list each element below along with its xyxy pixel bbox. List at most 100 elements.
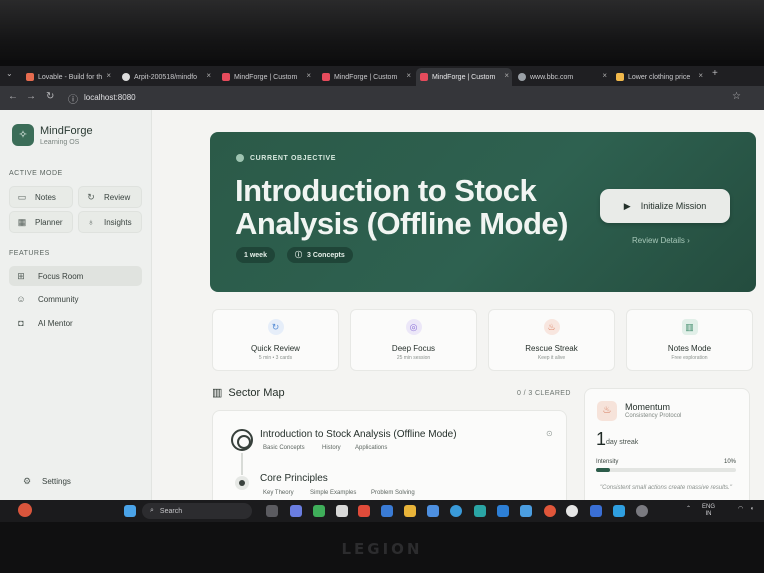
button-label: Initialize Mission	[640, 201, 707, 211]
sidebar-item-focus-room[interactable]: ⊞ Focus Room	[9, 266, 142, 286]
app-icon[interactable]	[520, 505, 532, 517]
taskbar-search[interactable]: ⌕ Search	[142, 503, 252, 519]
map-icon: ▥	[212, 387, 223, 399]
sidebar-item-label: Focus Room	[38, 271, 84, 281]
whatsapp-icon[interactable]	[313, 505, 325, 517]
close-icon[interactable]: ×	[106, 71, 111, 80]
app-name: MindForge	[40, 125, 93, 137]
features-label: FEATURES	[9, 250, 50, 257]
app-icon[interactable]	[474, 505, 486, 517]
bot-icon: ◘	[18, 318, 24, 328]
bookmark-star-icon[interactable]: ☆	[732, 91, 741, 102]
card-title: Rescue Streak	[525, 344, 578, 353]
browser-tab-active[interactable]: MindForge | Custom ×	[416, 68, 512, 86]
rescue-streak-card[interactable]: ♨ Rescue Streak Keep it alive	[488, 309, 615, 371]
streak-number: 1	[596, 429, 607, 449]
current-objective-card: CURRENT OBJECTIVE Introduction to Stock …	[210, 132, 756, 292]
mode-notes-button[interactable]: ▭ Notes	[9, 186, 73, 208]
app-icon[interactable]	[381, 505, 393, 517]
close-icon[interactable]: ×	[306, 71, 311, 80]
browser-tab[interactable]: www.bbc.com ×	[514, 68, 610, 86]
mcafee-icon[interactable]	[358, 505, 370, 517]
node-title[interactable]: Introduction to Stock Analysis (Offline …	[260, 429, 457, 440]
mode-insights-button[interactable]: ♁ Insights	[78, 211, 142, 233]
search-icon: ⌕	[150, 507, 154, 514]
close-icon[interactable]: ×	[698, 71, 703, 80]
node-title[interactable]: Core Principles	[260, 473, 328, 484]
browser-tab[interactable]: MindForge | Custom ×	[318, 68, 414, 86]
app-icon[interactable]	[566, 505, 578, 517]
tab-title: MindForge | Custom	[432, 73, 496, 81]
quick-review-card[interactable]: ↻ Quick Review 5 min • 3 cards	[212, 309, 339, 371]
tray-chevron-icon[interactable]: ⌃	[686, 506, 691, 513]
tab-title: www.bbc.com	[530, 73, 574, 81]
sidebar-item-community[interactable]: ☺ Community	[9, 289, 142, 309]
chrome-icon[interactable]	[544, 505, 556, 517]
profile-icon[interactable]	[18, 503, 32, 517]
browser-tab[interactable]: Lower clothing price ×	[612, 68, 706, 86]
target-icon: ◎	[405, 319, 422, 335]
initialize-mission-button[interactable]: ▶ Initialize Mission	[600, 189, 730, 223]
browser-tab[interactable]: Arpit-200518/mindfo ×	[118, 68, 214, 86]
close-icon[interactable]: ⊙	[546, 429, 553, 438]
close-icon[interactable]: ×	[602, 71, 607, 80]
review-details-link[interactable]: Review Details ›	[632, 236, 690, 245]
sidebar: ✧ MindForge Learning OS ACTIVE MODE ▭ No…	[0, 110, 152, 500]
node-tag: Basic Concepts	[263, 445, 305, 451]
momentum-subtitle: Consistency Protocol	[625, 413, 682, 419]
tab-title: Arpit-200518/mindfo	[134, 73, 198, 81]
close-icon[interactable]: ×	[504, 71, 509, 80]
mode-planner-button[interactable]: ▦ Planner	[9, 211, 73, 233]
close-icon[interactable]: ×	[206, 71, 211, 80]
sidebar-item-label: Community	[38, 294, 79, 304]
region-text: IN	[705, 511, 712, 517]
node-tag: Key Theory	[263, 490, 294, 496]
browser-tab[interactable]: Lovable - Build for th ×	[22, 68, 114, 86]
link-label: Review Details	[632, 236, 685, 245]
task-view-icon[interactable]	[266, 505, 278, 517]
app-icon[interactable]	[590, 505, 602, 517]
file-explorer-icon[interactable]	[404, 505, 416, 517]
teams-icon[interactable]	[290, 505, 302, 517]
site-info-icon[interactable]: ⓘ	[68, 91, 78, 106]
windows-start-icon[interactable]	[124, 505, 136, 517]
copilot-icon[interactable]	[427, 505, 439, 517]
refresh-icon: ↻	[267, 319, 284, 335]
locked-node-icon[interactable]	[235, 476, 249, 490]
calendar-app-icon[interactable]	[336, 505, 348, 517]
sidebar-item-ai-mentor[interactable]: ◘ AI Mentor	[9, 313, 142, 333]
concepts-chip: ⓘ 3 Concepts	[287, 247, 353, 263]
logo-icon: ✧	[12, 124, 34, 146]
reload-icon[interactable]: ↻	[46, 91, 54, 102]
card-title: Deep Focus	[391, 344, 436, 353]
browser-tab[interactable]: MindForge | Custom ×	[218, 68, 314, 86]
close-icon[interactable]: ×	[406, 71, 411, 80]
language-indicator[interactable]: ENG IN	[702, 504, 715, 518]
intensity-value: 10%	[724, 459, 737, 465]
intensity-label: Intensity	[596, 459, 619, 465]
app-icon[interactable]	[613, 505, 625, 517]
vscode-icon[interactable]	[497, 505, 509, 517]
edge-icon[interactable]	[450, 505, 462, 517]
tab-menu-icon[interactable]: ⌄	[6, 69, 13, 78]
settings-app-icon[interactable]	[636, 505, 648, 517]
status-dot-icon	[236, 154, 244, 162]
forward-icon[interactable]: →	[26, 91, 36, 102]
back-icon[interactable]: ←	[8, 91, 18, 102]
new-tab-icon[interactable]: +	[712, 68, 718, 79]
address-bar: ← → ↻ ⓘ localhost:8080 ☆	[0, 86, 764, 110]
tab-favicon-icon	[322, 73, 330, 81]
node-tag: History	[322, 445, 341, 451]
volume-icon[interactable]: ◖	[750, 506, 754, 513]
globe-icon	[518, 73, 526, 81]
active-node-icon[interactable]	[231, 429, 253, 451]
intensity-bar-fill	[596, 468, 610, 472]
notes-mode-card[interactable]: ▥ Notes Mode Free exploration	[626, 309, 753, 371]
mode-review-button[interactable]: ↻ Review	[78, 186, 142, 208]
settings-button[interactable]: ⚙ Settings	[22, 476, 71, 487]
deep-focus-card[interactable]: ◎ Deep Focus 25 min session	[350, 309, 477, 371]
url-field[interactable]: localhost:8080	[84, 93, 136, 102]
active-mode-label: ACTIVE MODE	[9, 170, 63, 177]
wifi-icon[interactable]: ◠	[738, 506, 743, 513]
momentum-quote: "Consistent small actions create massive…	[600, 485, 732, 491]
